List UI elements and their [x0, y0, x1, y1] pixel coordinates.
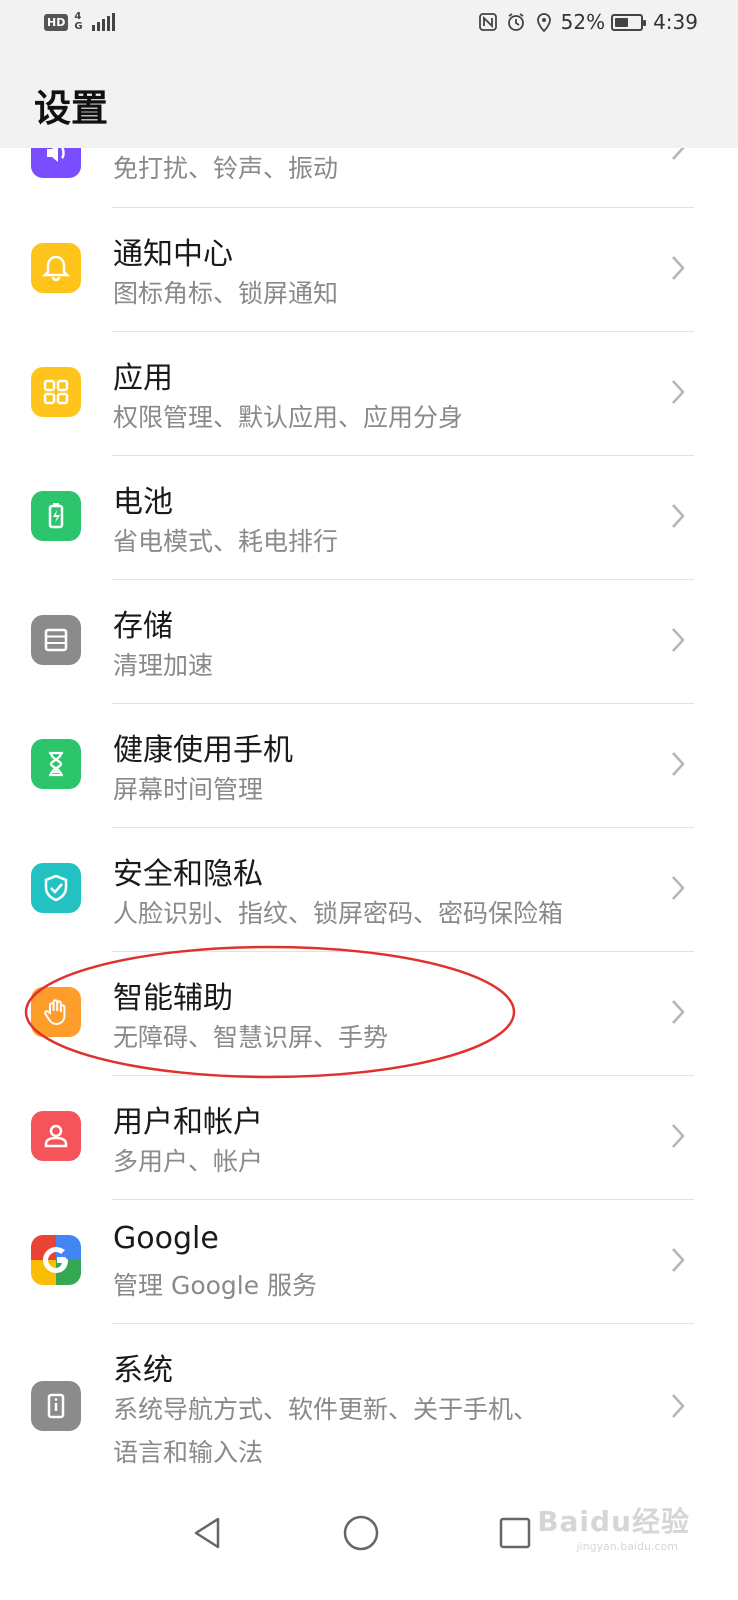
- settings-item-google[interactable]: Google 管理 Google 服务: [0, 1200, 738, 1324]
- settings-item-subtitle: 权限管理、默认应用、应用分身: [113, 403, 464, 432]
- chevron-right-icon: [666, 750, 690, 778]
- shield-icon: [31, 863, 81, 913]
- home-icon[interactable]: [336, 1508, 386, 1558]
- settings-item-subtitle: 清理加速: [113, 651, 214, 680]
- clock: 4:39: [653, 10, 698, 34]
- chevron-right-icon: [666, 1246, 690, 1274]
- settings-item-title: Google: [113, 1221, 219, 1256]
- chevron-right-icon: [666, 874, 690, 902]
- settings-item-users-accounts[interactable]: 用户和帐户 多用户、帐户: [0, 1076, 738, 1200]
- settings-item-subtitle-line2: 语言和输入法: [113, 1438, 264, 1467]
- hand-icon: [31, 987, 81, 1037]
- settings-item-subtitle: 省电模式、耗电排行: [113, 527, 339, 556]
- settings-item-subtitle: 免打扰、铃声、振动: [113, 154, 339, 183]
- chevron-right-icon: [666, 1392, 690, 1420]
- network-type: 4G: [74, 11, 83, 32]
- storage-icon: [31, 615, 81, 665]
- settings-item-smart-assistance[interactable]: 智能辅助 无障碍、智慧识屏、手势: [0, 952, 738, 1076]
- settings-item-subtitle: 管理 Google 服务: [113, 1271, 318, 1300]
- info-icon: [31, 1381, 81, 1431]
- apps-grid-icon: [31, 367, 81, 417]
- settings-item-subtitle: 多用户、帐户: [113, 1147, 264, 1176]
- battery-icon: [31, 491, 81, 541]
- hd-badge: HD: [44, 13, 69, 31]
- back-icon[interactable]: [182, 1508, 232, 1558]
- settings-item-subtitle: 无障碍、智慧识屏、手势: [113, 1023, 389, 1052]
- settings-item-title: 智能辅助: [113, 981, 233, 1016]
- settings-item-subtitle: 图标角标、锁屏通知: [113, 279, 339, 308]
- location-icon: [533, 11, 555, 33]
- settings-item-subtitle: 系统导航方式、软件更新、关于手机、: [113, 1395, 539, 1424]
- settings-item-title: 通知中心: [113, 237, 233, 272]
- battery-status-icon: [611, 13, 647, 31]
- settings-item-subtitle: 人脸识别、指纹、锁屏密码、密码保险箱: [113, 899, 564, 928]
- alarm-icon: [505, 11, 527, 33]
- google-icon: [31, 1235, 81, 1285]
- settings-item-title: 电池: [113, 485, 173, 520]
- watermark: Baidu经验: [537, 1505, 690, 1538]
- settings-item-title: 用户和帐户: [113, 1105, 263, 1140]
- recents-icon[interactable]: [490, 1508, 540, 1558]
- battery-percent: 52%: [560, 10, 606, 34]
- chevron-right-icon: [666, 1122, 690, 1150]
- chevron-right-icon: [666, 626, 690, 654]
- user-icon: [31, 1111, 81, 1161]
- settings-item-title: 存储: [113, 609, 173, 644]
- settings-item-title: 健康使用手机: [113, 733, 293, 768]
- chevron-right-icon: [666, 378, 690, 406]
- settings-screen: 免打扰、铃声、振动 通知中心 图标角标、锁屏通知 应用 权限管理、默认应用、应用…: [0, 0, 738, 1600]
- settings-item-subtitle: 屏幕时间管理: [113, 775, 264, 804]
- settings-item-title: 系统: [113, 1353, 173, 1388]
- settings-item-apps[interactable]: 应用 权限管理、默认应用、应用分身: [0, 332, 738, 456]
- settings-item-storage[interactable]: 存储 清理加速: [0, 580, 738, 704]
- page-title: 设置: [34, 87, 108, 130]
- chevron-right-icon: [666, 998, 690, 1026]
- chevron-right-icon: [666, 254, 690, 282]
- watermark-url: jingyan.baidu.com: [576, 1540, 678, 1553]
- settings-item-title: 应用: [113, 361, 173, 396]
- status-bar-right: 52% 4:39: [477, 10, 698, 34]
- app-header: HD 4G 52% 4:39 设置: [0, 0, 738, 148]
- settings-item-security[interactable]: 安全和隐私 人脸识别、指纹、锁屏密码、密码保险箱: [0, 828, 738, 952]
- nfc-icon: [477, 11, 499, 33]
- settings-item-system[interactable]: 系统 系统导航方式、软件更新、关于手机、 语言和输入法: [0, 1324, 738, 1484]
- settings-item-digital-balance[interactable]: 健康使用手机 屏幕时间管理: [0, 704, 738, 828]
- settings-item-title: 安全和隐私: [113, 857, 263, 892]
- chevron-right-icon: [666, 502, 690, 530]
- settings-item-notifications[interactable]: 通知中心 图标角标、锁屏通知: [0, 208, 738, 332]
- signal-icon: [92, 13, 116, 31]
- hourglass-icon: [31, 739, 81, 789]
- settings-item-battery[interactable]: 电池 省电模式、耗电排行: [0, 456, 738, 580]
- status-bar-left: HD 4G: [44, 11, 116, 32]
- bell-icon: [31, 243, 81, 293]
